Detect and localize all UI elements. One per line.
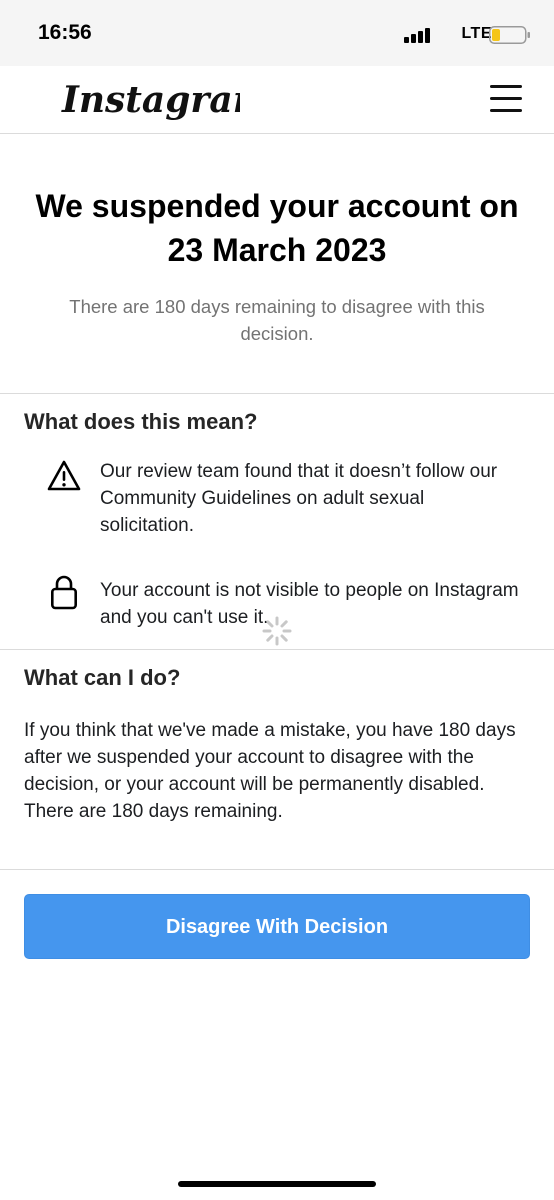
meaning-item-guidelines: Our review team found that it doesn’t fo…	[100, 461, 498, 536]
instagram-logo[interactable]: Instagram	[60, 74, 240, 130]
actions-body: If you think that we've made a mistake, …	[24, 720, 516, 822]
page-title: We suspended your account on 23 March 20…	[35, 188, 519, 268]
home-indicator[interactable]	[178, 1181, 376, 1187]
app-header: Instagram	[0, 66, 554, 134]
status-time: 16:56	[38, 21, 92, 44]
network-label: LTE	[461, 25, 492, 42]
meaning-section: What does this mean? Our review team fou…	[0, 394, 554, 650]
loading-spinner-icon	[262, 616, 292, 646]
meaning-item-visibility: Your account is not visible to people on…	[100, 580, 519, 628]
instagram-logo-text: Instagram	[61, 79, 240, 121]
days-remaining-subtitle: There are 180 days remaining to disagree…	[69, 296, 485, 344]
status-bar: 16:56 LTE	[0, 0, 554, 66]
lock-icon	[50, 575, 77, 610]
signal-icon	[404, 27, 432, 43]
disagree-with-decision-button[interactable]: Disagree With Decision	[24, 894, 530, 959]
actions-heading: What can I do?	[24, 665, 181, 690]
battery-icon	[489, 26, 530, 44]
suspension-hero: We suspended your account on 23 March 20…	[0, 134, 554, 394]
warning-icon	[47, 460, 81, 491]
hamburger-menu-icon[interactable]	[490, 85, 522, 113]
meaning-heading: What does this mean?	[24, 409, 258, 434]
actions-section: What can I do? If you think that we've m…	[0, 650, 554, 870]
